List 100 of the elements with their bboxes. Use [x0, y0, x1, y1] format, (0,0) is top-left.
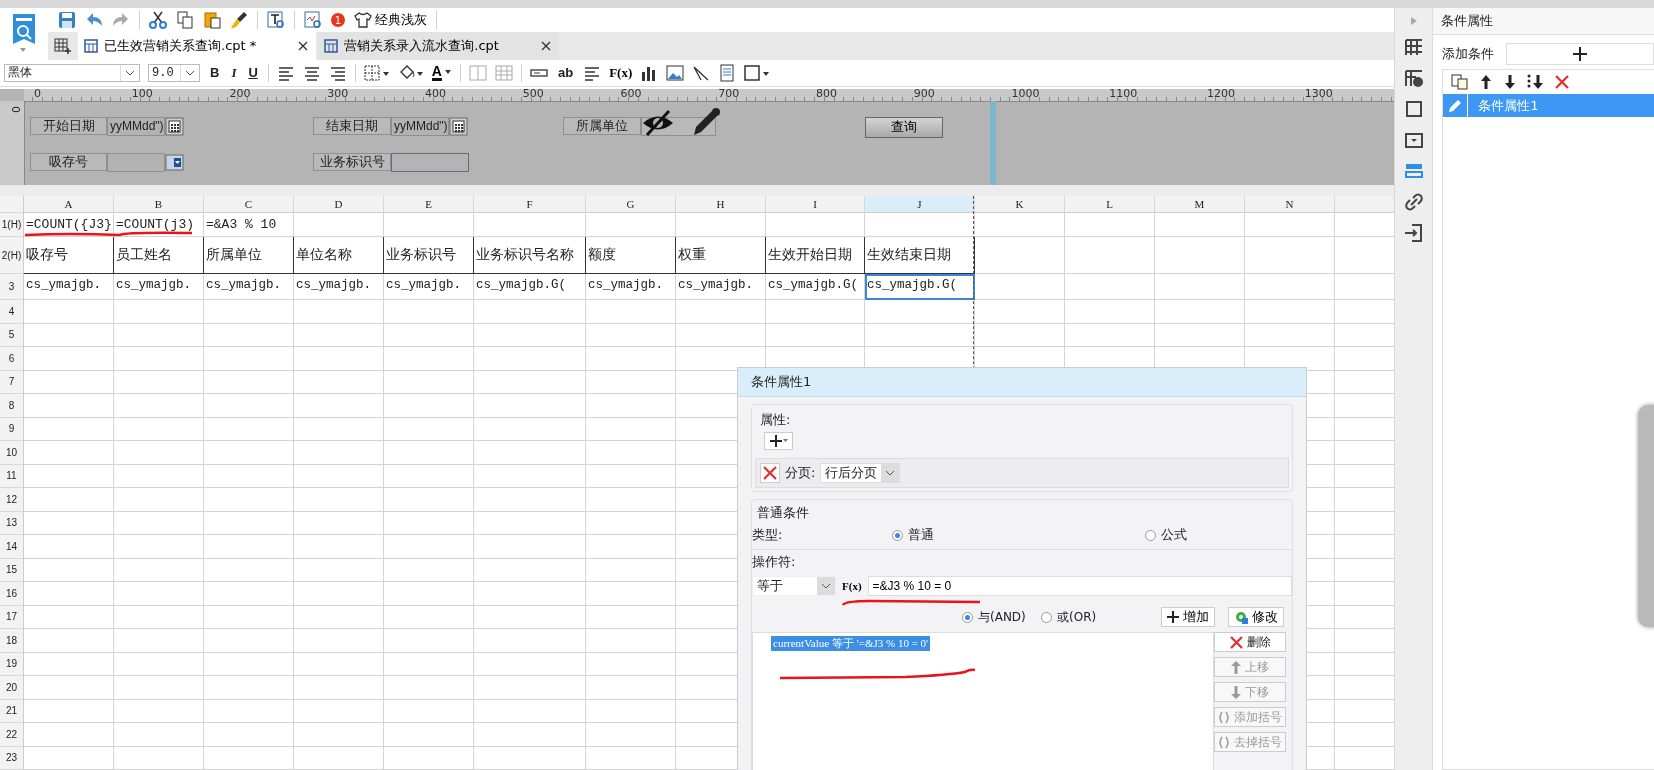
column-header[interactable]: F: [474, 196, 586, 213]
logic-radio[interactable]: 或(OR): [1041, 608, 1161, 626]
calendar-icon[interactable]: [165, 116, 184, 136]
document-icon[interactable]: [718, 63, 737, 82]
column-header[interactable]: B: [114, 196, 204, 213]
modify-button[interactable]: 修改: [1228, 607, 1284, 627]
import-icon[interactable]: [1403, 223, 1424, 243]
close-icon[interactable]: [298, 41, 309, 51]
column-header[interactable]: E: [384, 196, 474, 213]
text-button[interactable]: ab: [555, 65, 576, 81]
font-color-button[interactable]: A: [431, 64, 452, 81]
column-header[interactable]: I: [766, 196, 865, 213]
column-header[interactable]: L: [1065, 196, 1155, 213]
paste-icon[interactable]: [203, 11, 221, 29]
row-header[interactable]: 6: [0, 347, 24, 371]
font-size-select[interactable]: 9.0: [148, 63, 200, 82]
condition-icon[interactable]: [1403, 161, 1424, 181]
row-header[interactable]: 3: [0, 274, 24, 300]
row-header[interactable]: 15: [0, 558, 24, 582]
logic-radio[interactable]: 与(AND): [962, 608, 1041, 626]
italic-button[interactable]: I: [229, 64, 239, 81]
copy-icon[interactable]: [1451, 74, 1470, 90]
widget-attribute-icon[interactable]: [1403, 68, 1424, 88]
theme-button[interactable]: 经典浅灰: [354, 11, 427, 29]
brush-icon[interactable]: [230, 11, 248, 29]
column-header[interactable]: H: [676, 196, 766, 213]
date-field[interactable]: yyMMdd"): [107, 116, 165, 136]
down-arrow-icon[interactable]: [1503, 74, 1518, 90]
text-search-icon[interactable]: [267, 11, 285, 29]
save-icon[interactable]: [58, 11, 76, 29]
column-header[interactable]: G: [586, 196, 676, 213]
delete-button[interactable]: 删除: [1214, 632, 1286, 652]
row-header[interactable]: 20: [0, 676, 24, 700]
border-icon[interactable]: [363, 63, 390, 82]
row-header[interactable]: 21: [0, 699, 24, 723]
underline-button[interactable]: U: [246, 65, 260, 81]
operator-select[interactable]: 等于: [752, 576, 836, 596]
column-header[interactable]: A: [24, 196, 114, 213]
preview-icon[interactable]: [304, 11, 322, 29]
row-header[interactable]: 7: [0, 370, 24, 394]
formula-button[interactable]: F(x): [842, 580, 862, 592]
calendar-icon[interactable]: [449, 116, 468, 136]
cell-border-icon[interactable]: [744, 63, 771, 82]
row-header[interactable]: 16: [0, 582, 24, 606]
formula-field[interactable]: =&J3 % 10 = 0: [867, 576, 1292, 596]
row-header[interactable]: 13: [0, 511, 24, 535]
combo-field[interactable]: [107, 152, 165, 172]
row-header[interactable]: 2(H): [0, 237, 24, 274]
up-arrow-icon[interactable]: [1479, 74, 1494, 90]
merge-cells-icon[interactable]: [468, 63, 487, 82]
column-header[interactable]: K: [975, 196, 1065, 213]
row-header[interactable]: 18: [0, 629, 24, 653]
split-cells-icon[interactable]: [494, 63, 513, 82]
column-header[interactable]: M: [1155, 196, 1245, 213]
file-tab[interactable]: 已生效营销关系查询.cpt *: [78, 32, 317, 60]
column-header[interactable]: J: [865, 196, 975, 213]
row-header[interactable]: 5: [0, 323, 24, 347]
file-tab[interactable]: 营销关系录入流水查询.cpt: [318, 32, 559, 60]
row-header[interactable]: 23: [0, 746, 24, 770]
page-select[interactable]: 行后分页: [820, 463, 901, 483]
date-field[interactable]: yyMMdd"): [391, 116, 449, 136]
grid-add-icon[interactable]: [54, 38, 72, 54]
notification-badge[interactable]: 1: [331, 13, 345, 27]
row-header[interactable]: 4: [0, 300, 24, 324]
app-logo-icon[interactable]: [10, 12, 38, 46]
dropdown-icon[interactable]: [165, 152, 184, 172]
row-header[interactable]: 19: [0, 652, 24, 676]
move-to-bottom-icon[interactable]: [1527, 74, 1546, 90]
column-header[interactable]: C: [204, 196, 294, 213]
plus-icon: [769, 435, 782, 447]
type-radio[interactable]: 公式: [1145, 526, 1225, 544]
row-header[interactable]: 22: [0, 723, 24, 747]
add-attribute-button[interactable]: [764, 432, 793, 450]
formula-button[interactable]: F(x): [609, 64, 633, 81]
row-header[interactable]: 8: [0, 394, 24, 418]
cut-icon[interactable]: [149, 11, 167, 29]
image-icon[interactable]: [666, 63, 685, 82]
row-header[interactable]: 14: [0, 535, 24, 559]
add-button[interactable]: 增加: [1161, 607, 1215, 627]
cell-attribute-icon[interactable]: [1403, 37, 1424, 57]
row-header[interactable]: 11: [0, 464, 24, 488]
close-icon[interactable]: [540, 41, 551, 51]
column-header[interactable]: N: [1245, 196, 1335, 213]
row-header[interactable]: 9: [0, 417, 24, 441]
copy-icon[interactable]: [176, 11, 194, 29]
type-radio[interactable]: 普通: [892, 526, 1145, 544]
row-header[interactable]: 17: [0, 605, 24, 629]
caret-icon[interactable]: [20, 48, 28, 53]
delete-icon[interactable]: [1555, 75, 1570, 89]
widget-settings-icon[interactable]: [1403, 130, 1424, 150]
query-button[interactable]: 查询: [865, 116, 943, 138]
row-header[interactable]: 1(H): [0, 213, 24, 237]
link-icon[interactable]: [1403, 192, 1424, 212]
font-select[interactable]: 黑体: [4, 63, 140, 82]
column-header[interactable]: D: [294, 196, 384, 213]
remove-attribute-button[interactable]: [760, 463, 780, 483]
row-header[interactable]: 10: [0, 441, 24, 465]
frame-icon[interactable]: [1403, 99, 1424, 119]
bold-button[interactable]: B: [208, 65, 222, 81]
row-header[interactable]: 12: [0, 488, 24, 512]
